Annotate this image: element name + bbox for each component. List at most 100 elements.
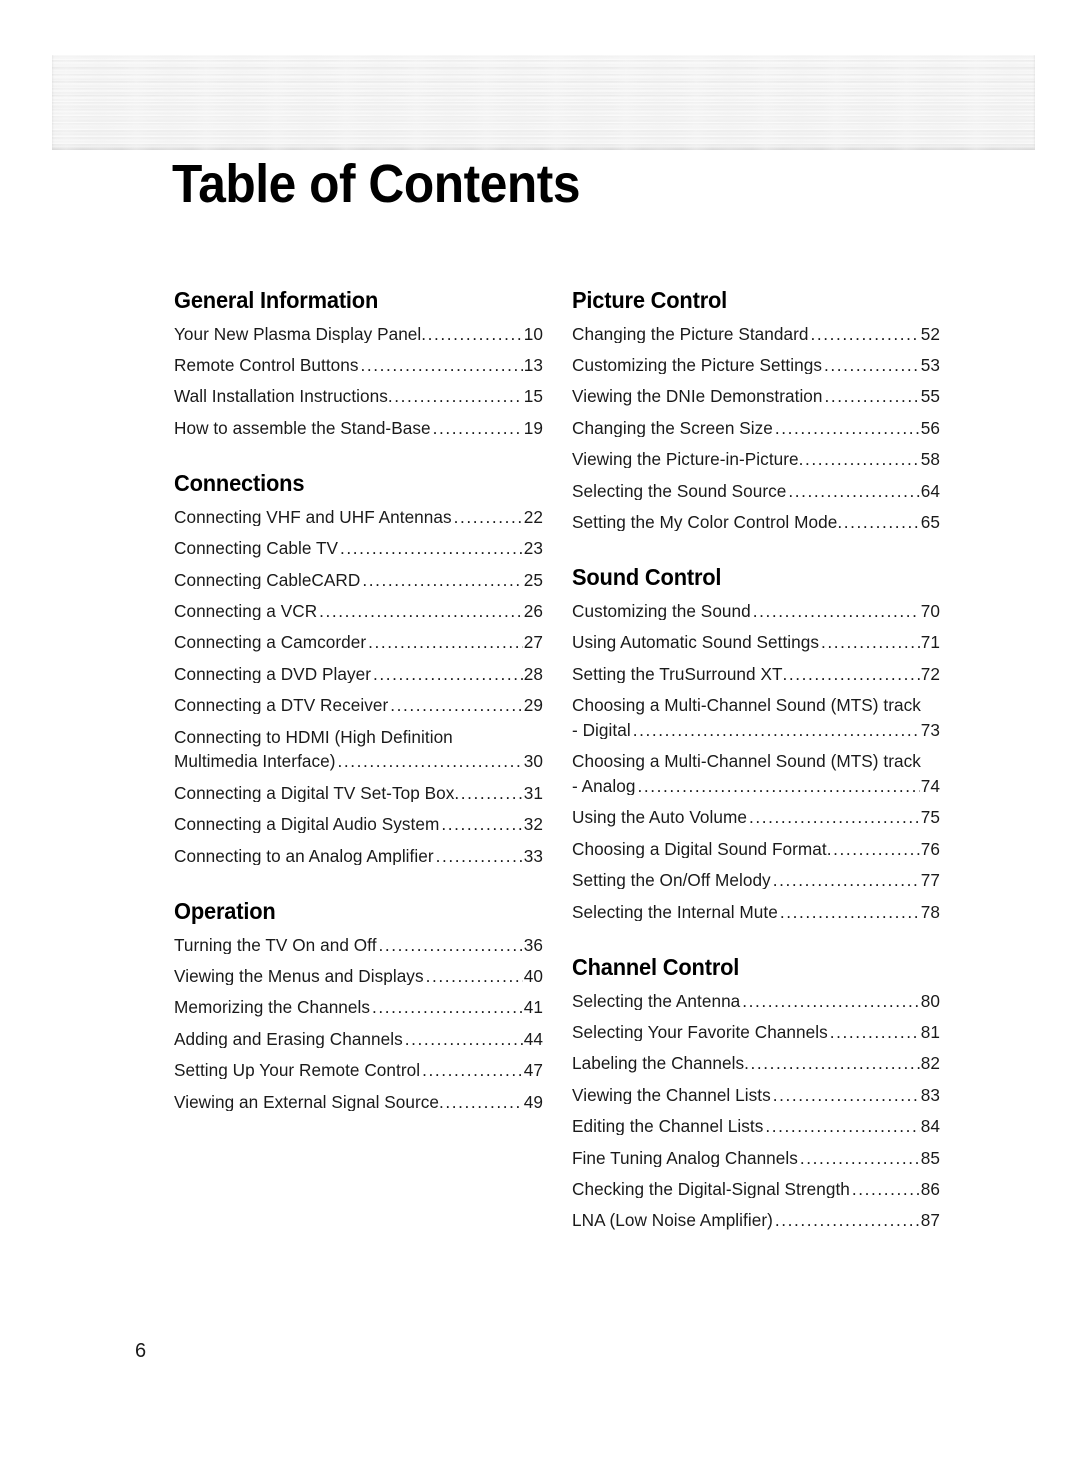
toc-page-number: 41 [523,999,543,1017]
toc-leader-dots [441,816,522,833]
toc-leader-dots [368,634,523,651]
toc-page-number: 75 [920,809,940,827]
toc-entry[interactable]: Fine Tuning Analog Channels 85 [572,1150,940,1167]
toc-page-number: 70 [920,603,940,621]
toc-entry-label: Viewing the DNIe Demonstration [572,388,823,406]
toc-leader-dots [436,848,523,865]
toc-entry[interactable]: Connecting a VCR 26 [174,603,543,620]
toc-entry[interactable]: Editing the Channel Lists 84 [572,1118,940,1135]
toc-section: General Information Your New Plasma Displ… [174,288,543,437]
header-banner [52,55,1035,150]
toc-entry[interactable]: Memorizing the Channels 41 [174,999,543,1016]
toc-entry-label: Connecting to an Analog Amplifier [174,847,434,865]
toc-page-number: 83 [920,1086,940,1105]
toc-column-right: Picture Control Changing the Picture Stan… [572,288,940,1244]
toc-leader-dots [361,357,523,374]
toc-entry-label: Choosing a Digital Sound Format [572,840,827,859]
toc-page-number: 49 [523,1093,543,1111]
toc-entry[interactable]: Selecting the Sound Source 64 [572,483,940,500]
toc-entry[interactable]: Changing the Screen Size 56 [572,420,940,437]
toc-page-number: 33 [523,847,543,865]
toc-entry-label: Setting Up Your Remote Control [174,1062,421,1080]
toc-entry[interactable]: How to assemble the Stand-Base 19 [174,420,543,437]
toc-leader-dots [362,572,522,589]
toc-page-number: 87 [920,1212,940,1230]
toc-leader-dots [780,904,920,921]
toc-entry[interactable]: Setting the TruSurround XT 72 [572,666,940,683]
toc-page-number: 76 [920,840,940,859]
toc-entry[interactable]: Using Automatic Sound Settings 71 [572,634,940,651]
toc-entry-label: Selecting the Antenna [572,992,741,1010]
toc-section: Connections Connecting VHF and UHF Antenn… [174,471,543,864]
toc-entry[interactable]: Choosing a Multi-Channel Sound (MTS) tra… [572,697,940,739]
toc-entry-label: Connecting a Digital TV Set-Top Box [174,784,455,802]
toc-entry[interactable]: Connecting to an Analog Amplifier 33 [174,848,543,865]
toc-entry[interactable]: Viewing the Channel Lists 83 [572,1087,940,1104]
toc-entry[interactable]: Selecting the Antenna 80 [572,993,940,1010]
toc-entry[interactable]: Viewing the Picture-in-Picture 58 [572,451,940,468]
toc-entry-label-line2: Multimedia Interface) [174,753,336,771]
toc-entry-label: Connecting VHF and UHF Antennas [174,508,452,527]
toc-leader-dots [742,993,919,1010]
toc-page-number: 52 [920,325,940,343]
toc-page-number: 53 [920,357,940,375]
toc-entry[interactable]: Customizing the Sound 70 [572,603,940,620]
toc-entry[interactable]: Connecting a Camcorder 27 [174,634,543,651]
toc-entry[interactable]: Connecting to HDMI (High Definition Multi… [174,726,543,771]
toc-entry[interactable]: Viewing an External Signal Source 49 [174,1094,543,1111]
toc-entry[interactable]: Your New Plasma Display Panel 10 [174,326,543,343]
toc-entry[interactable]: Turning the TV On and Off 36 [174,937,543,954]
toc-entry[interactable]: Checking the Digital-Signal Strength 86 [572,1181,940,1198]
toc-entry[interactable]: Viewing the Menus and Displays 40 [174,968,543,985]
toc-page-number: 23 [523,540,543,558]
toc-leader-dots [800,1150,920,1167]
toc-entry[interactable]: Connecting a DVD Player 28 [174,666,543,683]
toc-entry-label: Checking the Digital-Signal Strength [572,1181,850,1199]
toc-entry-label: Wall Installation Instructions [174,388,388,406]
toc-entry[interactable]: Adding and Erasing Channels 44 [174,1031,543,1048]
toc-page-number: 72 [920,665,940,684]
toc-leader-dots [830,1024,920,1041]
toc-leader-dots [773,1087,920,1104]
toc-entry[interactable]: Choosing a Multi-Channel Sound (MTS) tra… [572,753,940,795]
toc-leader-dots [799,451,920,468]
toc-section-heading: Operation [174,897,276,924]
toc-leader-dots [637,778,919,795]
toc-page-number: 28 [523,665,543,684]
toc-entry[interactable]: Using the Auto Volume 75 [572,809,940,826]
toc-entry[interactable]: Selecting Your Favorite Channels 81 [572,1024,940,1041]
toc-entry[interactable]: Setting Up Your Remote Control 47 [174,1062,543,1079]
toc-entry[interactable]: Remote Control Buttons 13 [174,357,543,374]
toc-entry-label: Customizing the Picture Settings [572,357,822,375]
toc-page-number: 80 [920,992,940,1010]
toc-entry[interactable]: Connecting CableCARD 25 [174,572,543,589]
toc-entry[interactable]: Connecting a DTV Receiver 29 [174,697,543,714]
toc-page-number: 30 [523,753,543,771]
toc-entry[interactable]: Customizing the Picture Settings 53 [572,357,940,374]
toc-leader-dots [454,509,523,526]
toc-entry[interactable]: Choosing a Digital Sound Format 76 [572,841,940,858]
toc-entry[interactable]: Changing the Picture Standard 52 [572,326,940,343]
toc-entry[interactable]: Setting the On/Off Melody 77 [572,872,940,889]
toc-entry[interactable]: Selecting the Internal Mute 78 [572,904,940,921]
toc-entry[interactable]: Wall Installation Instructions 15 [174,388,543,405]
toc-entry[interactable]: Setting the My Color Control Mode 65 [572,514,940,531]
toc-leader-dots [422,1062,523,1079]
toc-entry-label: LNA (Low Noise Amplifier) [572,1212,773,1230]
toc-entry[interactable]: Connecting Cable TV 23 [174,540,543,557]
toc-entry[interactable]: Connecting a Digital TV Set-Top Box 31 [174,785,543,802]
toc-entry[interactable]: Viewing the DNIe Demonstration 55 [572,388,940,405]
toc-leader-dots [421,326,522,343]
toc-entry-label: Your New Plasma Display Panel [174,325,422,343]
toc-entry-label-line1: Connecting to HDMI (High Definition [174,726,453,747]
toc-entry[interactable]: Connecting VHF and UHF Antennas 22 [174,509,543,526]
toc-page-number: 31 [523,784,543,802]
toc-entry[interactable]: LNA (Low Noise Amplifier) 87 [572,1212,940,1229]
toc-entry[interactable]: Labeling the Channels 82 [572,1055,940,1072]
toc-entry[interactable]: Connecting a Digital Audio System 32 [174,816,543,833]
toc-leader-dots [439,1094,523,1111]
toc-entry-label: Selecting Your Favorite Channels [572,1024,828,1042]
toc-page-number: 78 [920,903,940,921]
